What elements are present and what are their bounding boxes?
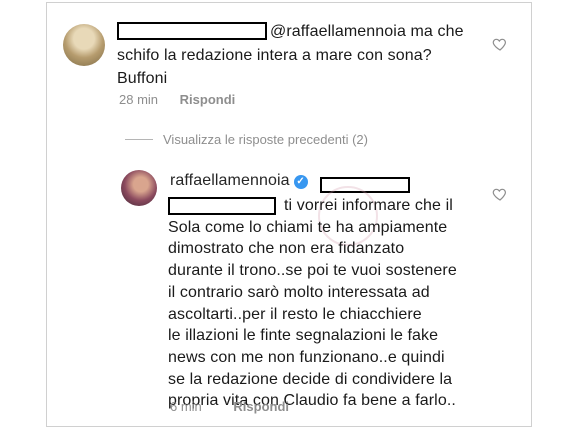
reply-line-1: ti vorrei informare che il	[284, 197, 453, 214]
reply-meta: 6 min Rispondi	[170, 399, 289, 414]
verified-badge-icon: ✓	[293, 175, 308, 189]
reply-line-6: ascoltarti..per il resto le chiacchiere	[168, 305, 422, 323]
reply-username[interactable]: raffaellamennoia	[170, 172, 290, 189]
reply-line-5: il contrario sarò molto interessata ad	[168, 283, 430, 301]
reply-line-9: se la redazione decide di condividere la	[168, 370, 453, 388]
reply-avatar[interactable]	[121, 170, 157, 206]
reply-line-3: dimostrato che non era fidanzato	[168, 240, 405, 258]
reply-line-4: durante il trono..se poi te vuoi sostene…	[168, 262, 457, 280]
mention-link[interactable]: @raffaellamennoia	[270, 23, 406, 40]
comment-1-line-3: Buffoni	[117, 70, 168, 87]
reply-line-8: news con me non funzionano..e quindi	[168, 348, 445, 366]
redacted-mention-2	[168, 197, 276, 215]
heart-outline-icon[interactable]	[492, 36, 508, 52]
reply-reply-button[interactable]: Rispondi	[233, 399, 289, 414]
reply-line-7: le illazioni le finte segnalazioni le fa…	[168, 327, 439, 345]
view-previous-replies[interactable]: Visualizza le risposte precedenti (2)	[125, 132, 368, 147]
comment-1-line-1: @raffaellamennoia ma che	[270, 23, 464, 40]
commenter-avatar[interactable]	[63, 24, 105, 66]
comment-1-meta: 28 min Rispondi	[119, 92, 235, 107]
comment-1-reply-button[interactable]: Rispondi	[180, 92, 236, 107]
heart-outline-icon[interactable]	[492, 186, 508, 202]
thread-line	[125, 139, 153, 140]
comment-1-line-2: schifo la redazione intera a mare con so…	[117, 47, 432, 64]
reply-username-row: raffaellamennoia ✓	[170, 171, 308, 191]
comment-1-time: 28 min	[119, 92, 159, 107]
reply-time: 6 min	[170, 399, 202, 414]
reply-line-2: Sola come lo chiami te ha ampiamente	[168, 218, 448, 236]
redacted-username	[117, 22, 267, 40]
view-replies-label[interactable]: Visualizza le risposte precedenti (2)	[163, 132, 368, 147]
